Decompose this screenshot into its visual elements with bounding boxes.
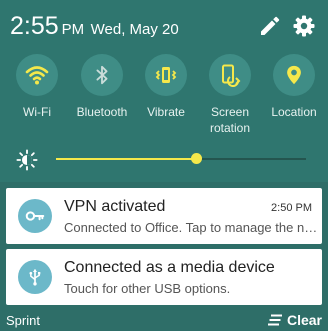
clear-label: Clear — [286, 312, 322, 328]
notification-title: VPN activated — [64, 198, 166, 215]
clear-button[interactable]: Clear — [267, 312, 322, 328]
quick-setting-wifi[interactable]: Wi-Fi — [5, 54, 69, 120]
quick-setting-bluetooth-button[interactable] — [81, 54, 123, 96]
carrier-label: Sprint — [6, 313, 40, 328]
notification-icon — [18, 260, 52, 294]
quick-setting-screen-rotation[interactable]: Screen rotation — [198, 54, 262, 136]
notification-icon — [18, 199, 52, 233]
quick-setting-location[interactable]: Location — [262, 54, 326, 120]
quick-setting-vibrate[interactable]: Vibrate — [134, 54, 198, 120]
usb-icon — [29, 269, 41, 286]
quick-setting-location-button[interactable] — [273, 54, 315, 96]
bluetooth-icon — [96, 65, 108, 85]
notification-usb[interactable]: Connected as a media device Touch for ot… — [6, 249, 322, 305]
quick-setting-label: Vibrate — [147, 105, 185, 119]
gear-icon[interactable] — [292, 14, 316, 38]
notification-text: Connected to Office. Tap to manage the n… — [64, 220, 318, 235]
quick-setting-label: Wi-Fi — [23, 105, 51, 119]
brightness-slider[interactable] — [0, 146, 328, 174]
notification-title: Connected as a media device — [64, 259, 275, 276]
clock: 2:55 PM Wed, May 20 — [10, 12, 179, 41]
wifi-icon — [25, 66, 49, 85]
clock-time: 2:55 — [10, 12, 59, 40]
quick-setting-screen-rotation-button[interactable] — [209, 54, 251, 96]
quick-setting-label: Bluetooth — [76, 105, 128, 119]
clock-date: Wed, May 20 — [90, 21, 179, 38]
quick-setting-vibrate-button[interactable] — [145, 54, 187, 96]
notification-shade: 2:55 PM Wed, May 20 Wi-Fi Bluetooth Vibr… — [0, 0, 328, 182]
location-icon — [287, 65, 301, 85]
quick-setting-bluetooth[interactable]: Bluetooth — [70, 54, 134, 120]
clear-all-icon — [267, 314, 282, 326]
key-icon — [25, 211, 45, 221]
quick-setting-label: Location — [271, 105, 317, 119]
quick-setting-wifi-button[interactable] — [16, 54, 58, 96]
quick-settings: Wi-Fi Bluetooth Vibrate Screen rotation … — [0, 54, 328, 140]
notification-text: Touch for other USB options. — [64, 281, 231, 296]
notification-vpn[interactable]: VPN activated 2:50 PM Connected to Offic… — [6, 188, 322, 244]
notification-time: 2:50 PM — [271, 202, 312, 214]
vibrate-icon — [155, 67, 177, 83]
brightness-thumb[interactable] — [190, 153, 202, 164]
quick-setting-label: Screen rotation — [209, 105, 251, 135]
brightness-icon — [16, 149, 38, 171]
clock-ampm: PM — [61, 21, 85, 38]
footer-bar: Sprint Clear — [0, 309, 328, 331]
screen-rotation-icon — [222, 64, 241, 87]
pencil-icon[interactable] — [258, 14, 282, 38]
brightness-track-fill — [56, 158, 196, 160]
